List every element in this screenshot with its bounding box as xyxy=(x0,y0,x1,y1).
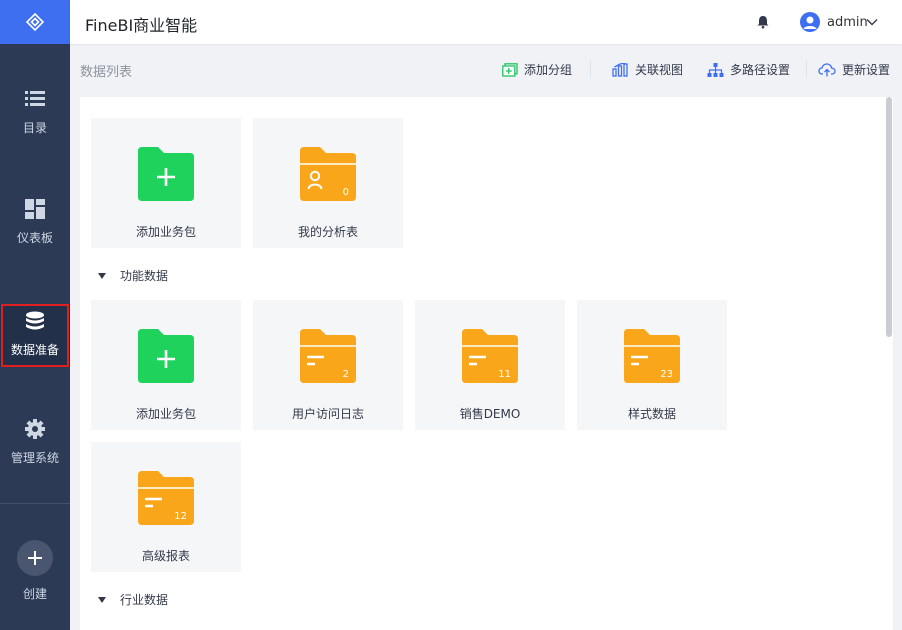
username[interactable]: admin xyxy=(827,15,868,30)
section-title: 行业数据 xyxy=(120,593,169,607)
item-count: 12 xyxy=(174,511,187,522)
update-settings-button[interactable]: 更新设置 xyxy=(818,61,890,78)
vertical-scrollbar[interactable] xyxy=(886,97,892,337)
data-list-title: 数据列表 xyxy=(80,65,133,80)
item-count: 23 xyxy=(660,369,673,380)
list-icon xyxy=(24,88,46,110)
multipath-button[interactable]: 多路径设置 xyxy=(707,61,790,78)
folder-card[interactable]: 2 用户访问日志 xyxy=(253,300,403,430)
add-package-card[interactable]: 添加业务包 xyxy=(91,118,241,248)
sidebar-item-label: 目录 xyxy=(22,121,47,135)
folder-card[interactable]: 11 销售DEMO xyxy=(415,300,565,430)
add-folder-icon xyxy=(138,145,194,201)
section-title: 功能数据 xyxy=(120,269,169,283)
my-analysis-card[interactable]: 0 我的分析表 xyxy=(253,118,403,248)
create-button[interactable] xyxy=(17,540,53,576)
section-header-function-data[interactable]: 功能数据 xyxy=(98,267,168,284)
gear-icon xyxy=(24,418,46,440)
cloud-upload-icon xyxy=(818,62,836,76)
chevron-down-icon[interactable] xyxy=(866,16,878,28)
avatar[interactable] xyxy=(800,12,820,32)
active-highlight xyxy=(1,304,69,367)
add-group-button[interactable]: 添加分组 xyxy=(502,61,572,78)
sidebar-item-catalog[interactable]: 目录 xyxy=(0,88,70,136)
card-label: 用户访问日志 xyxy=(291,407,364,421)
sidebar-item-dashboard[interactable]: 仪表板 xyxy=(0,198,70,246)
update-settings-label: 更新设置 xyxy=(842,63,891,77)
folder-icon: 11 xyxy=(462,327,518,383)
sidebar-item-data-prep[interactable]: 数据准备 xyxy=(0,304,70,367)
top-header: FineBI商业智能 admin xyxy=(70,0,902,44)
add-package-card[interactable]: 添加业务包 xyxy=(91,300,241,430)
add-folder-icon xyxy=(138,327,194,383)
item-count: 11 xyxy=(498,369,511,380)
folder-icon: 23 xyxy=(624,327,680,383)
plus-icon xyxy=(28,551,42,565)
caret-down-icon xyxy=(98,596,106,603)
folder-card[interactable]: 12 高级报表 xyxy=(91,442,241,572)
card-label: 样式数据 xyxy=(627,407,676,421)
card-label: 高级报表 xyxy=(141,549,190,563)
folder-icon: 12 xyxy=(138,469,194,525)
logo-icon xyxy=(25,12,45,32)
section-header-industry-data[interactable]: 行业数据 xyxy=(98,591,168,608)
folder-card[interactable]: 23 样式数据 xyxy=(577,300,727,430)
relation-view-label: 关联视图 xyxy=(635,63,684,77)
app-logo[interactable] xyxy=(0,0,70,44)
folder-icon: 2 xyxy=(300,327,356,383)
user-folder-icon: 0 xyxy=(300,145,356,201)
sidebar-item-label: 管理系统 xyxy=(10,451,59,465)
dashboard-icon xyxy=(24,198,46,220)
app-title: FineBI商业智能 xyxy=(85,16,198,35)
user-icon xyxy=(803,16,817,29)
card-label: 我的分析表 xyxy=(297,225,358,239)
item-count: 2 xyxy=(342,369,349,380)
bell-icon[interactable] xyxy=(756,15,770,29)
sidebar-divider xyxy=(0,503,70,504)
add-group-icon xyxy=(502,62,518,77)
card-label: 添加业务包 xyxy=(135,407,196,421)
create-item[interactable]: 创建 xyxy=(0,540,70,602)
caret-down-icon xyxy=(98,272,106,279)
relation-view-icon xyxy=(612,62,628,77)
sidebar-item-label: 仪表板 xyxy=(16,231,53,245)
card-label: 添加业务包 xyxy=(135,225,196,239)
relation-view-button[interactable]: 关联视图 xyxy=(612,61,683,78)
item-count: 0 xyxy=(342,187,349,198)
add-group-label: 添加分组 xyxy=(524,63,573,77)
hierarchy-icon xyxy=(707,62,724,77)
create-label: 创建 xyxy=(22,587,47,601)
multipath-label: 多路径设置 xyxy=(730,63,791,77)
toolbar-divider xyxy=(590,60,591,78)
toolbar-divider xyxy=(806,60,807,78)
card-label: 销售DEMO xyxy=(459,407,521,421)
sidebar-item-admin[interactable]: 管理系统 xyxy=(0,418,70,466)
sidebar: 目录 仪表板 数据准备 管理系统 创建 xyxy=(0,0,70,630)
